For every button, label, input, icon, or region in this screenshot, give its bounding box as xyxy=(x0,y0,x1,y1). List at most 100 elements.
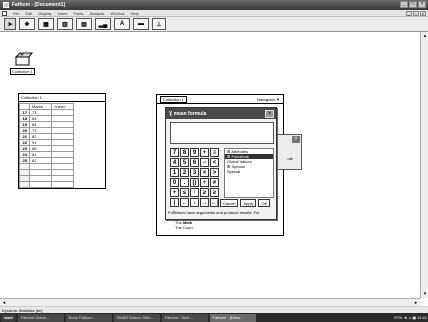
scroll-down-icon[interactable]: ▾ xyxy=(422,291,428,297)
start-button[interactable]: start xyxy=(1,313,16,322)
function-tree-item[interactable]: Special xyxy=(225,169,273,174)
menu-item-fonts[interactable]: Fonts xyxy=(74,11,84,16)
apply-button[interactable]: Apply xyxy=(240,199,257,207)
close-button[interactable]: × xyxy=(418,1,426,8)
keypad-key[interactable]: − xyxy=(200,158,209,167)
taskbar-task[interactable]: Fathom Diarie... xyxy=(17,313,64,322)
formula-close-icon[interactable]: × xyxy=(265,110,274,118)
keypad-key[interactable]: × xyxy=(200,168,209,177)
graph-tool-icon[interactable]: ▥ xyxy=(57,18,73,30)
function-tree[interactable]: ⊞ Attributes ⊞ Functions Global Values ⊞ S… xyxy=(224,148,274,198)
keypad-key[interactable]: 1 xyxy=(170,168,179,177)
taskbar-task[interactable]: Fathom / Sket... xyxy=(161,313,208,322)
select-tool-icon[interactable]: ➤ xyxy=(4,18,16,30)
case-table[interactable]: Collection 1 Marks <new> 17 73 18 84 19 84 20 7… xyxy=(18,93,106,189)
keypad-key[interactable]: 5 xyxy=(180,158,189,167)
text-line-2: The Coun xyxy=(175,225,193,230)
vertical-scrollbar[interactable]: ▴ ▾ xyxy=(420,32,428,298)
formula-dialog-title: mean formula xyxy=(173,111,207,117)
text-tool-icon[interactable]: A xyxy=(114,18,130,30)
menu-item-help[interactable]: Help xyxy=(131,11,139,16)
scroll-up-icon[interactable]: ▴ xyxy=(422,33,428,39)
keypad-key[interactable]: ← xyxy=(180,198,189,207)
formula-keypad: 7 8 9 + ≡ 4 5 6− <1 2 3 × >0.() ÷ ≠ + ≤ ↑ ≥ ≥ |← ← ↓ → ←| xyxy=(170,148,222,214)
keypad-key[interactable]: ↓ xyxy=(190,198,199,207)
minimize-button[interactable]: _ xyxy=(400,1,408,8)
formula-dialog-icon: Ɣ xyxy=(169,111,173,117)
plot-type-dropdown[interactable]: Histogram ▼ xyxy=(257,97,280,102)
keypad-key[interactable]: ≠ xyxy=(210,178,219,187)
new-attribute-cell[interactable] xyxy=(51,181,74,188)
summary-table-tool-icon[interactable]: ▤ xyxy=(76,18,92,30)
keypad-key[interactable]: 9 xyxy=(190,148,199,157)
collection-label[interactable]: Collection 1 xyxy=(10,68,35,75)
keypad-key[interactable]: ←| xyxy=(210,198,219,207)
keypad-key[interactable]: < xyxy=(210,158,219,167)
keypad-key[interactable]: 2 xyxy=(180,168,189,177)
doc-minimize-button[interactable]: _ xyxy=(406,11,412,16)
maximize-button[interactable]: □ xyxy=(409,1,417,8)
keypad-key[interactable]: . xyxy=(180,178,189,187)
text-box[interactable]: The Mark The Coun xyxy=(175,220,193,230)
keypad-key[interactable]: () xyxy=(190,178,199,187)
keypad-key[interactable]: 6 xyxy=(190,158,199,167)
keypad-key[interactable]: + xyxy=(200,148,209,157)
inspector-close-icon[interactable]: × xyxy=(292,136,300,143)
taskbar-task[interactable]: Fathom - [Docu... xyxy=(209,313,256,322)
keypad-key[interactable]: 8 xyxy=(180,148,189,157)
estimate-tool-icon[interactable]: ▂▄ xyxy=(95,18,111,30)
formula-input[interactable] xyxy=(170,122,274,144)
menu-item-file[interactable]: File xyxy=(13,11,19,16)
ok-button[interactable]: OK xyxy=(258,199,271,207)
document-icon[interactable] xyxy=(2,10,7,16)
window-title: Fathom - [Document1] xyxy=(12,2,66,8)
keypad-key[interactable]: 3 xyxy=(190,168,199,177)
keypad-key[interactable]: ≥ xyxy=(200,188,209,197)
case-table-grid[interactable]: Marks <new> 17 73 18 84 19 84 20 73 21 82 22 91 23 88… xyxy=(19,103,74,188)
table-row[interactable] xyxy=(19,181,74,188)
doc-restore-button[interactable]: ▫ xyxy=(413,11,419,16)
cancel-button[interactable]: Cancel xyxy=(220,199,239,207)
horizontal-scrollbar[interactable]: ◂ ▸ xyxy=(0,298,420,306)
taskbar: start Fathom Diarie... Book Fathom... SMAR… xyxy=(0,313,428,322)
keypad-key[interactable]: ≤ xyxy=(180,188,189,197)
keypad-key[interactable]: ≥ xyxy=(210,188,219,197)
chart-tool-icon[interactable]: ⊥ xyxy=(152,18,166,30)
formula-hint: Functions have arguments and produce res… xyxy=(168,210,260,215)
keypad-key[interactable]: ≡ xyxy=(210,148,219,157)
window-controls: _ □ × xyxy=(400,1,426,8)
keypad-row: 4 5 6− < xyxy=(170,158,222,167)
keypad-row: |← ← ↓ → ←| xyxy=(170,198,222,214)
taskbar-task[interactable]: Book Fathom... xyxy=(65,313,112,322)
keypad-key[interactable]: + xyxy=(170,188,179,197)
formula-editor-dialog[interactable]: Ɣ mean formula × 7 8 9 + ≡ 4 5 6− <1 2 3 × >0.() ÷ ≠ + ≤… xyxy=(165,107,277,220)
menu-item-display[interactable]: Display xyxy=(38,11,51,16)
keypad-key[interactable]: 7 xyxy=(170,148,179,157)
toolbar: ➤ ❖ ▦ ▥ ▤ ▂▄ A ▬ ⊥ xyxy=(0,17,428,32)
keypad-key[interactable]: |← xyxy=(170,198,179,214)
case-table-tool-icon[interactable]: ▦ xyxy=(38,18,54,30)
menu-item-analysis[interactable]: Analysis xyxy=(90,11,105,16)
inspector-label: ute xyxy=(287,156,293,161)
formula-dialog-title-bar: Ɣ mean formula × xyxy=(166,108,276,119)
menu-item-edit[interactable]: Edit xyxy=(25,11,32,16)
menu-item-window[interactable]: Window xyxy=(110,11,124,16)
formula-buttons: Cancel Apply OK xyxy=(220,199,271,207)
keypad-row: 0.() ÷ ≠ xyxy=(170,178,222,187)
keypad-key[interactable]: ↑ xyxy=(190,188,199,197)
marks-cell[interactable] xyxy=(29,181,52,188)
keypad-key[interactable]: ÷ xyxy=(200,178,209,187)
keypad-key[interactable]: → xyxy=(200,198,209,207)
collection-tool-icon[interactable]: ❖ xyxy=(19,18,35,30)
graph-collection-label: Collection 1 xyxy=(160,96,187,103)
menu-item-insert[interactable]: Insert xyxy=(57,11,67,16)
taskbar-task[interactable]: SMARTAlbum 99th... xyxy=(113,313,160,322)
keypad-row: 1 2 3 × > xyxy=(170,168,222,177)
collection-box-icon[interactable] xyxy=(13,50,33,66)
keypad-key[interactable]: 4 xyxy=(170,158,179,167)
keypad-key[interactable]: > xyxy=(210,168,219,177)
system-tray: 97% ◄ ♫ ▣ 11:41 xyxy=(394,315,427,320)
doc-close-button[interactable]: × xyxy=(420,11,426,16)
slider-tool-icon[interactable]: ▬ xyxy=(133,18,149,30)
keypad-key[interactable]: 0 xyxy=(170,178,179,187)
